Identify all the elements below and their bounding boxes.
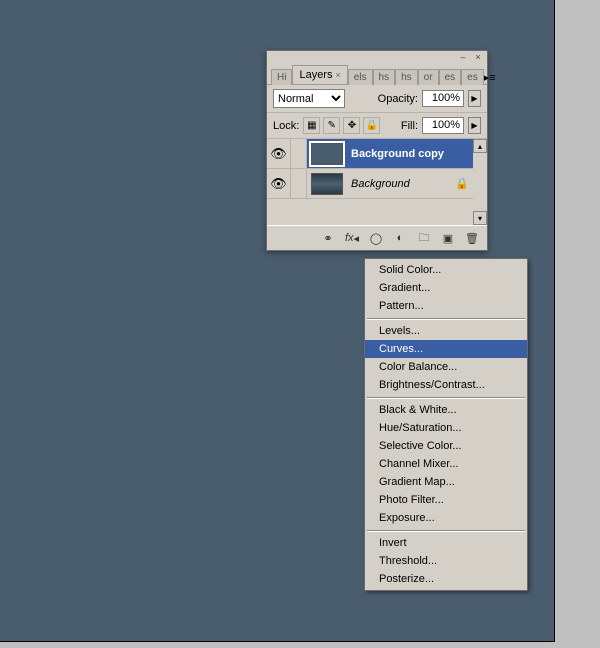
opacity-label: Opacity:: [378, 93, 418, 105]
layer-lock-indicator: 🔒: [451, 177, 473, 190]
lock-label: Lock:: [273, 120, 299, 132]
menu-item-exposure[interactable]: Exposure...: [365, 509, 527, 527]
tab-layers-label: Layers: [299, 69, 332, 81]
opacity-field[interactable]: 100%: [422, 90, 464, 107]
menu-item-threshold[interactable]: Threshold...: [365, 552, 527, 570]
layer-row[interactable]: 👁 Background copy: [267, 139, 473, 169]
panel-menu-icon[interactable]: ▸≡: [484, 71, 500, 84]
tab-es2[interactable]: es: [461, 69, 484, 85]
menu-item-photo-filter[interactable]: Photo Filter...: [365, 491, 527, 509]
menu-item-gradient-map[interactable]: Gradient Map...: [365, 473, 527, 491]
adjustment-context-menu: Solid Color... Gradient... Pattern... Le…: [364, 258, 528, 591]
tab-hs2[interactable]: hs: [395, 69, 418, 85]
menu-item-curves[interactable]: Curves...: [365, 340, 527, 358]
visibility-toggle-icon[interactable]: 👁: [267, 169, 291, 198]
menu-item-posterize[interactable]: Posterize...: [365, 570, 527, 588]
group-icon[interactable]: 🗀: [415, 230, 433, 246]
layer-name[interactable]: Background copy: [347, 148, 451, 160]
menu-item-black-white[interactable]: Black & White...: [365, 401, 527, 419]
adjustment-layer-icon[interactable]: ◐: [391, 230, 409, 246]
lock-position-icon[interactable]: ✥: [343, 117, 360, 134]
menu-item-hue-sat[interactable]: Hue/Saturation...: [365, 419, 527, 437]
lock-controls: ▦ ✎ ✥ 🔒: [303, 117, 380, 134]
menu-item-invert[interactable]: Invert: [365, 534, 527, 552]
layers-panel: – × Hi Layers× els hs hs or es es ▸≡ Nor…: [266, 50, 488, 251]
tab-es1[interactable]: es: [439, 69, 462, 85]
trash-icon[interactable]: 🗑: [463, 230, 481, 246]
lock-transparency-icon[interactable]: ▦: [303, 117, 320, 134]
panel-minimize-icon[interactable]: –: [457, 51, 469, 63]
layer-thumbnail[interactable]: [311, 173, 343, 195]
fx-icon[interactable]: fx◂: [343, 230, 361, 246]
lock-pixels-icon[interactable]: ✎: [323, 117, 340, 134]
layer-row[interactable]: 👁 Background 🔒: [267, 169, 473, 199]
tab-or[interactable]: or: [418, 69, 439, 85]
tab-els[interactable]: els: [348, 69, 373, 85]
link-layers-icon[interactable]: ⚭: [319, 230, 337, 246]
menu-item-solid-color[interactable]: Solid Color...: [365, 261, 527, 279]
close-icon[interactable]: ×: [335, 70, 340, 80]
visibility-toggle-icon[interactable]: 👁: [267, 139, 291, 168]
blend-mode-select[interactable]: Normal: [273, 89, 345, 108]
panel-tabs: Hi Layers× els hs hs or es es ▸≡: [267, 51, 487, 84]
menu-item-channel-mixer[interactable]: Channel Mixer...: [365, 455, 527, 473]
menu-item-levels[interactable]: Levels...: [365, 322, 527, 340]
link-cell[interactable]: [291, 139, 307, 168]
menu-separator: [367, 318, 525, 319]
menu-item-color-balance[interactable]: Color Balance...: [365, 358, 527, 376]
fill-popup-icon[interactable]: ▶: [468, 117, 481, 134]
link-cell[interactable]: [291, 169, 307, 198]
lock-all-icon[interactable]: 🔒: [363, 117, 380, 134]
layer-name[interactable]: Background: [347, 178, 451, 190]
fill-label: Fill:: [401, 120, 418, 132]
panel-footer: ⚭ fx◂ ◯ ◐ 🗀 ▣ 🗑: [267, 225, 487, 250]
layer-thumbnail[interactable]: [311, 143, 343, 165]
fill-field[interactable]: 100%: [422, 117, 464, 134]
scroll-down-icon[interactable]: ▾: [473, 211, 487, 225]
menu-separator: [367, 397, 525, 398]
menu-item-brightness-contrast[interactable]: Brightness/Contrast...: [365, 376, 527, 394]
menu-item-selective-color[interactable]: Selective Color...: [365, 437, 527, 455]
tab-layers[interactable]: Layers×: [292, 65, 347, 84]
menu-item-pattern[interactable]: Pattern...: [365, 297, 527, 315]
layers-list: ▴ 👁 Background copy 👁 Background 🔒: [267, 139, 487, 225]
menu-item-gradient[interactable]: Gradient...: [365, 279, 527, 297]
tab-hi[interactable]: Hi: [271, 69, 292, 85]
menu-separator: [367, 530, 525, 531]
new-layer-icon[interactable]: ▣: [439, 230, 457, 246]
opacity-popup-icon[interactable]: ▶: [468, 90, 481, 107]
mask-icon[interactable]: ◯: [367, 230, 385, 246]
scroll-up-icon[interactable]: ▴: [473, 139, 487, 153]
tab-hs1[interactable]: hs: [373, 69, 396, 85]
panel-close-icon[interactable]: ×: [472, 51, 484, 63]
